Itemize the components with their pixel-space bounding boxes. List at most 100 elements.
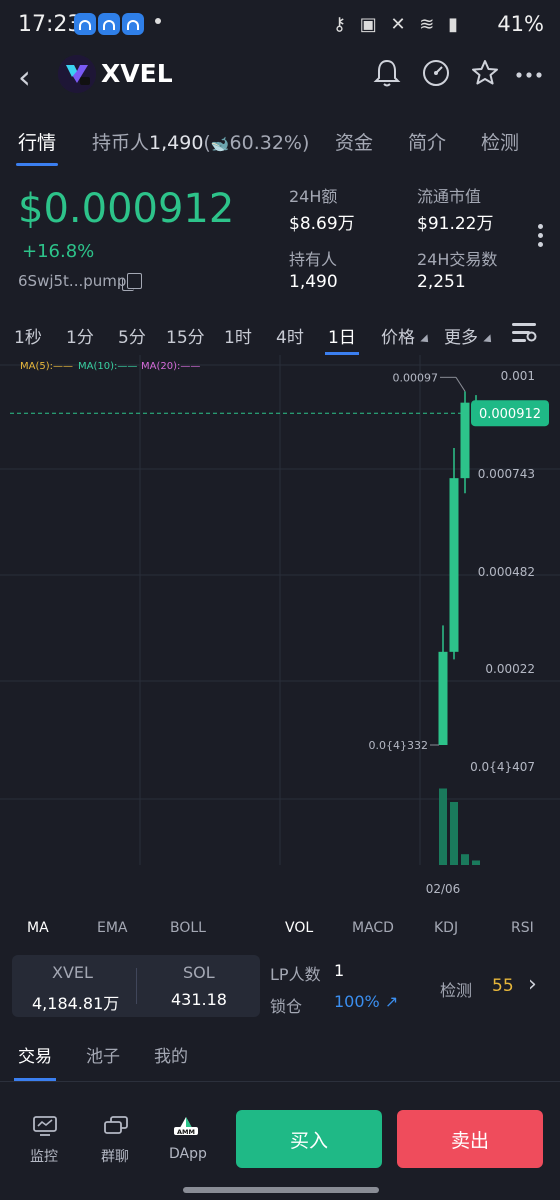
interval-4h[interactable]: 4时	[276, 323, 304, 348]
stat-holders-label: 持有人	[289, 250, 338, 269]
stat-24h-volume-label: 24H额	[289, 187, 338, 206]
tab-intro[interactable]: 简介	[408, 128, 446, 155]
home-indicator[interactable]	[183, 1187, 379, 1193]
star-icon[interactable]	[470, 58, 500, 95]
candle-body	[438, 651, 448, 745]
external-link-icon: ↗	[384, 992, 399, 1011]
chart-grid	[0, 355, 560, 865]
current-price-tag-label: 0.000912	[479, 407, 541, 422]
indicator-macd[interactable]: MACD	[352, 920, 394, 936]
high-marker-line	[455, 377, 466, 392]
volume-bar	[461, 854, 469, 865]
tab-pools[interactable]: 池子	[86, 1042, 120, 1067]
stat-24h-volume-value: $8.69万	[289, 214, 355, 234]
y-axis-tick-label: 0.001	[501, 369, 535, 383]
check-label[interactable]: 检测	[440, 977, 472, 1001]
monitor-label[interactable]: 监控	[30, 1146, 58, 1166]
volume-bar	[472, 860, 480, 865]
group-chat-label[interactable]: 群聊	[101, 1146, 129, 1166]
svg-text:AMM: AMM	[177, 1128, 195, 1136]
indicator-kdj[interactable]: KDJ	[434, 920, 458, 936]
y-axis-tick-label: 0.000743	[478, 467, 535, 481]
sell-button[interactable]: 卖出	[397, 1110, 543, 1168]
dropdown-caret-icon	[483, 334, 495, 346]
tab-check[interactable]: 检测	[481, 128, 519, 155]
monitor-icon[interactable]	[32, 1115, 58, 1137]
contract-address[interactable]: 6Swj5t...pump	[18, 272, 126, 290]
ma-legend: MA(5):—— MA(10):—— MA(20):——	[20, 361, 200, 372]
section-divider	[0, 1081, 560, 1082]
battery-percent: 41%	[497, 12, 544, 36]
system-status-icons: ⚷ ▣ ✕ ≋ ▮	[332, 14, 462, 35]
chart-settings-icon[interactable]	[512, 321, 538, 345]
status-time: 17:23	[18, 12, 82, 37]
pool-divider	[136, 968, 137, 1004]
tab-holders-paren: (	[203, 132, 211, 154]
low-price-label: 0.0{4}332	[369, 739, 429, 752]
more-options-icon[interactable]	[515, 62, 545, 92]
interval-15m[interactable]: 15分	[166, 323, 205, 348]
interval-1h[interactable]: 1时	[224, 323, 252, 348]
candle-body	[460, 402, 470, 479]
tab-mine[interactable]: 我的	[154, 1042, 188, 1067]
interval-5m[interactable]: 5分	[118, 323, 146, 348]
interval-1m[interactable]: 1分	[66, 323, 94, 348]
volume-bars	[439, 788, 480, 865]
tab-trade[interactable]: 交易	[18, 1042, 52, 1067]
stat-holders-value: 1,490	[289, 272, 338, 292]
stats-more-icon[interactable]	[538, 224, 544, 251]
stat-market-cap-value: $91.22万	[417, 214, 494, 234]
price-chart[interactable]: MA(5):—— MA(10):—— MA(20):—— 0.001 0.0007…	[0, 355, 560, 900]
pool-sol-value: 431.18	[171, 990, 227, 1009]
y-axis-tick-label: 0.000482	[478, 565, 535, 579]
pool-token-label: XVEL	[52, 963, 93, 982]
check-score[interactable]: 55	[492, 976, 514, 996]
price-type-dropdown[interactable]: 价格	[381, 323, 432, 348]
copy-icon[interactable]	[122, 273, 142, 291]
lp-count-label: LP人数	[270, 965, 321, 984]
indicator-rsi[interactable]: RSI	[511, 920, 534, 936]
chevron-right-icon[interactable]: ›	[528, 972, 537, 997]
lock-value-link[interactable]: 100% ↗	[334, 992, 398, 1011]
lp-count-value: 1	[334, 961, 345, 980]
dapp-label[interactable]: DApp	[169, 1146, 207, 1162]
whale-icon: 🐋	[210, 135, 230, 153]
tab-holders-label: 持币人	[92, 132, 150, 154]
candles	[438, 391, 481, 745]
app-notification-icon	[74, 13, 96, 35]
y-axis-tick-label: 0.0{4}407	[470, 760, 535, 774]
back-button[interactable]: ‹	[18, 58, 31, 96]
lock-value: 100%	[334, 992, 380, 1011]
buy-button[interactable]: 买入	[236, 1110, 382, 1168]
indicator-ma[interactable]: MA	[27, 920, 49, 936]
x-axis-tick-label: 02/06	[426, 882, 461, 896]
tab-market[interactable]: 行情	[18, 128, 56, 155]
amm-dapp-icon[interactable]: AMM	[172, 1113, 200, 1139]
current-price: $0.000912	[18, 186, 235, 232]
bell-icon[interactable]	[373, 58, 401, 95]
y-axis-labels: 0.001 0.000743 0.000482 0.00022 0.0{4}407	[470, 369, 535, 774]
ma10-legend: MA(10):——	[78, 361, 137, 372]
stat-24h-tx-value: 2,251	[417, 272, 466, 292]
gauge-icon[interactable]	[421, 58, 451, 95]
indicator-ema[interactable]: EMA	[97, 920, 128, 936]
tab-holders-count: 1,490	[149, 132, 204, 154]
tab-funds[interactable]: 资金	[335, 128, 373, 155]
candle	[449, 447, 459, 660]
group-chat-icon[interactable]	[103, 1115, 129, 1137]
ma20-legend: MA(20):——	[141, 361, 200, 372]
indicator-vol[interactable]: VOL	[285, 920, 313, 936]
indicator-boll[interactable]: BOLL	[170, 920, 206, 936]
more-intervals-dropdown[interactable]: 更多	[444, 323, 495, 348]
pool-token-value: 4,184.81万	[32, 994, 120, 1013]
interval-1s[interactable]: 1秒	[14, 323, 42, 348]
tab-holders[interactable]: 持币人1,490(🐋60.32%)	[92, 128, 309, 155]
price-change: +16.8%	[22, 241, 95, 262]
status-bar: 17:23 ⚷ ▣ ✕ ≋ ▮ 41%	[0, 0, 560, 50]
candle	[438, 625, 448, 745]
token-logo	[58, 55, 96, 93]
interval-1d[interactable]: 1日	[328, 323, 356, 348]
candle	[460, 391, 470, 494]
token-title: XVEL	[101, 59, 173, 88]
app-notification-icon	[98, 13, 120, 35]
